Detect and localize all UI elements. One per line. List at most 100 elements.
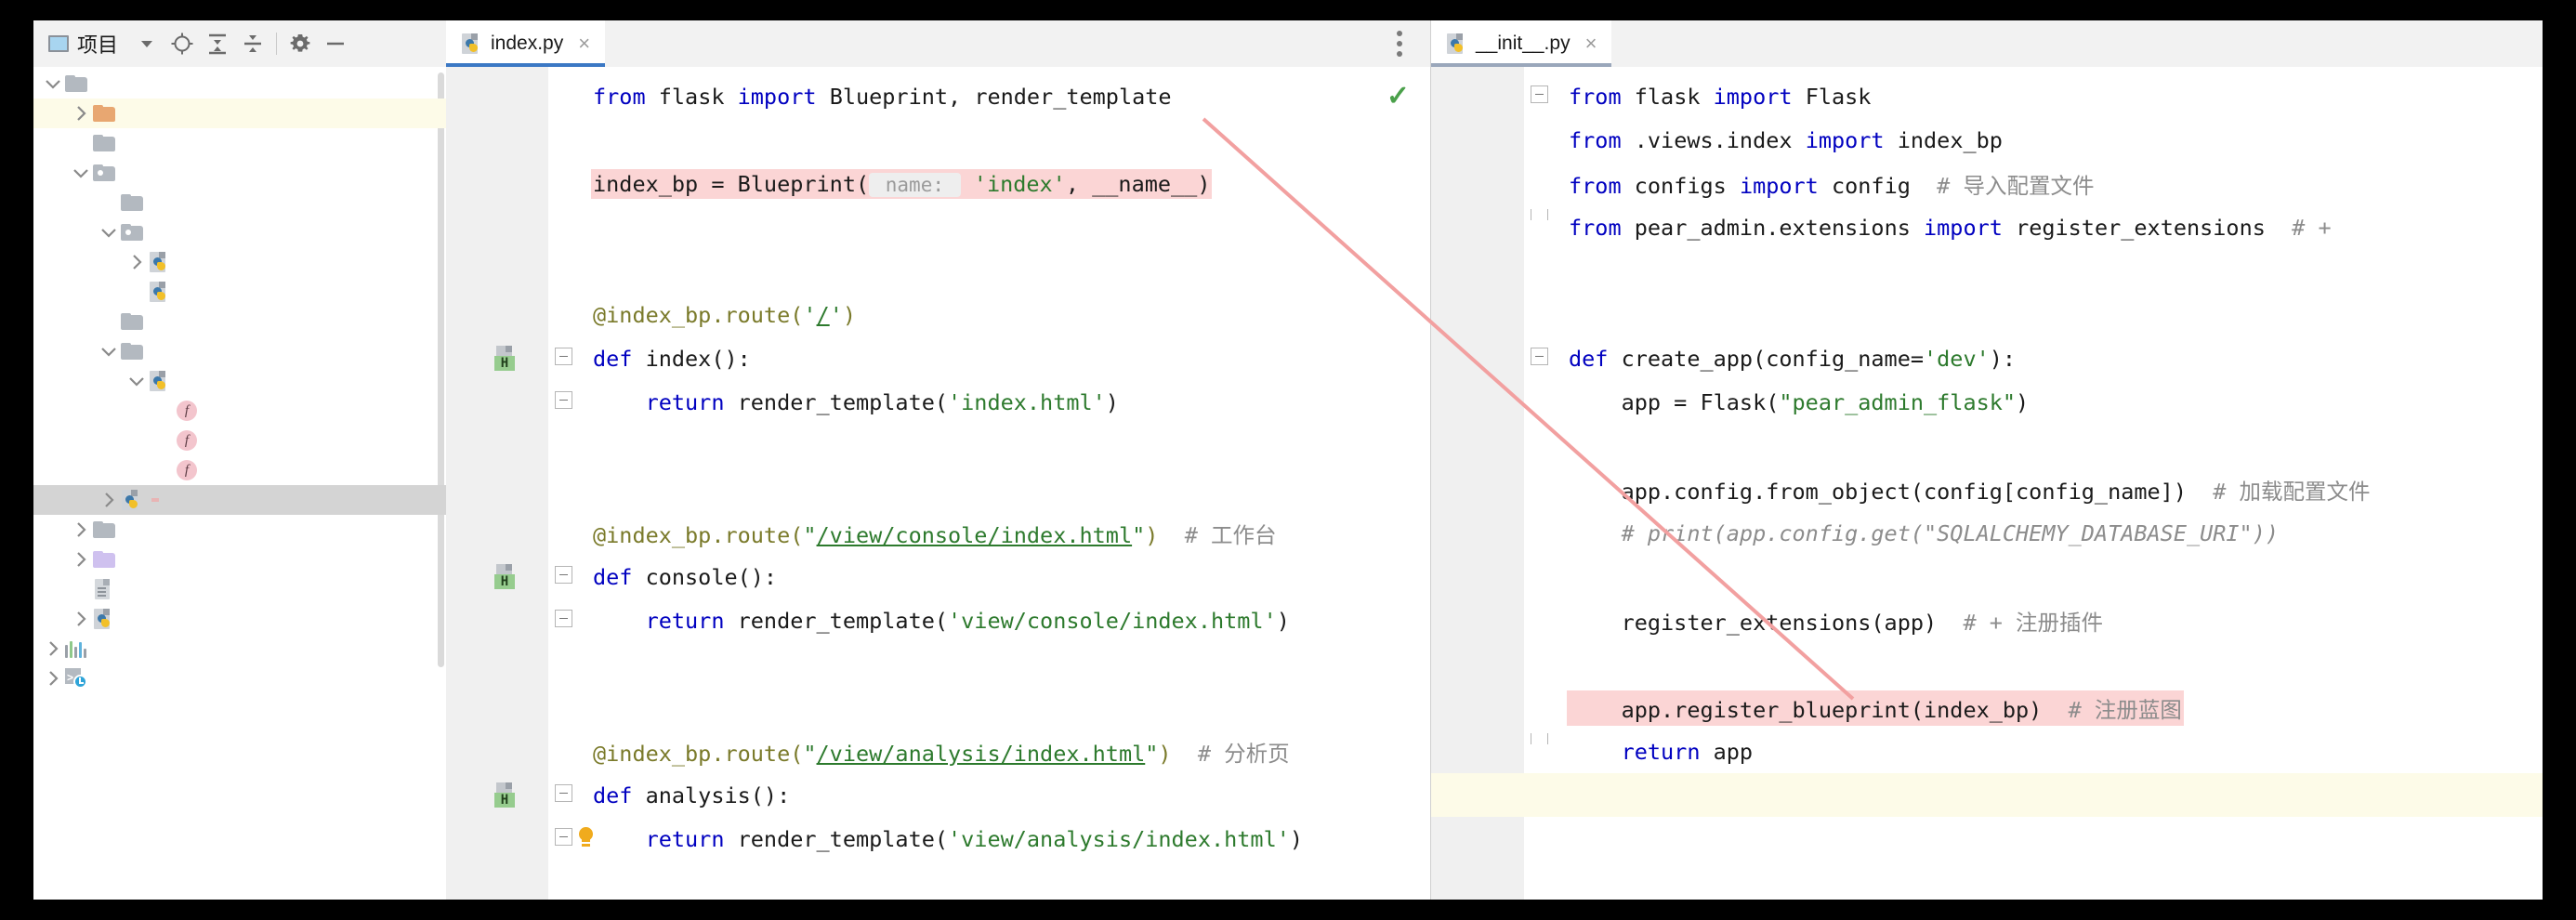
code-area-right[interactable]: from flask import Flaskfrom .views.index… [1431,67,2543,900]
tree-item[interactable] [33,574,446,604]
fold-cell[interactable] [548,249,580,293]
chevron-down-icon[interactable] [41,69,65,99]
chevron-right-icon[interactable] [69,545,93,574]
close-icon[interactable]: × [578,33,590,54]
fold-cell[interactable] [1524,555,1556,598]
code-line[interactable]: from flask import Flask [1556,74,2543,118]
tree-item[interactable] [33,277,446,307]
fold-cell[interactable] [548,380,580,424]
tree-item[interactable] [33,217,446,247]
code-line[interactable] [1556,293,2543,336]
code-line[interactable]: app.config.from_object(config[config_nam… [1556,467,2543,511]
code-line[interactable] [1556,773,2543,817]
line-number[interactable] [1431,74,1524,118]
line-number[interactable] [1431,511,1524,555]
fold-cell[interactable] [548,424,580,467]
tree-item[interactable] [33,99,446,128]
code-area-left[interactable]: HHH from flask import Blueprint, render_… [446,67,1430,900]
fold-cell[interactable] [1524,293,1556,336]
chevron-right-icon[interactable] [97,485,121,515]
code-line[interactable] [1556,555,2543,598]
collapse-all-icon[interactable] [235,26,270,61]
fold-cell[interactable] [1524,511,1556,555]
fold-cell[interactable] [1524,74,1556,118]
line-number[interactable] [1431,467,1524,511]
tree-item[interactable] [33,247,446,277]
line-number[interactable] [446,511,548,555]
fold-cell[interactable] [548,686,580,729]
code-line[interactable] [1556,249,2543,293]
fold-cell[interactable] [1524,249,1556,293]
fold-cell[interactable] [548,642,580,686]
chevron-down-icon[interactable] [129,26,164,61]
chevron-down-icon[interactable] [125,366,149,396]
code-line[interactable]: return render_template('view/analysis/in… [580,817,1430,861]
code-line[interactable] [580,249,1430,293]
fold-cell[interactable] [548,598,580,642]
fold-cell[interactable] [1524,642,1556,686]
html-template-marker-icon[interactable]: H [493,564,518,590]
line-number[interactable] [446,249,548,293]
tree-item[interactable] [33,336,446,366]
fold-cell[interactable] [1524,380,1556,424]
gear-icon[interactable] [283,26,318,61]
code-line[interactable]: return render_template('index.html') [580,380,1430,424]
fold-cell[interactable] [1524,773,1556,817]
code-line[interactable]: app.register_blueprint(index_bp) # 注册蓝图 [1556,686,2543,729]
fold-cell[interactable] [548,205,580,249]
line-number[interactable] [1431,380,1524,424]
line-number[interactable] [446,424,548,467]
tab-init-py[interactable]: __init__.py × [1431,20,1611,67]
code-line[interactable]: # print(app.config.get("SQLALCHEMY_DATAB… [1556,511,2543,555]
chevron-right-icon[interactable] [69,604,93,634]
fold-cell[interactable] [1524,162,1556,205]
fold-collapse-icon[interactable] [555,828,572,846]
tree-item[interactable] [33,188,446,217]
tree-item[interactable] [33,307,446,336]
code-line[interactable] [580,467,1430,511]
code-line[interactable]: def index(): [580,336,1430,380]
fold-cell[interactable] [548,293,580,336]
inspection-ok-icon[interactable]: ✓ [1387,80,1410,112]
code-line[interactable]: from flask import Blueprint, render_temp… [580,74,1430,118]
chevron-right-icon[interactable] [69,99,93,128]
fold-collapse-icon[interactable] [555,566,572,584]
chevron-down-icon[interactable] [97,217,121,247]
line-number[interactable] [446,729,548,773]
code-line[interactable]: app = Flask("pear_admin_flask") [1556,380,2543,424]
project-tree[interactable]: fff> [33,67,446,900]
fold-region-end-icon[interactable] [1531,209,1548,228]
line-number[interactable] [1431,336,1524,380]
code-line[interactable]: from pear_admin.extensions import regist… [1556,205,2543,249]
line-number[interactable] [1431,773,1524,817]
code-line[interactable]: @index_bp.route('/') [580,293,1430,336]
code-line[interactable] [580,205,1430,249]
line-number[interactable] [446,686,548,729]
line-number-gutter-right[interactable] [1431,67,1524,900]
fold-cell[interactable] [548,773,580,817]
code-line[interactable]: from .views.index import index_bp [1556,118,2543,162]
chevron-right-icon[interactable] [41,634,65,664]
tree-item[interactable] [33,545,446,574]
fold-cell[interactable] [548,336,580,380]
expand-all-icon[interactable] [200,26,235,61]
fold-cell[interactable] [548,162,580,205]
tree-item[interactable] [33,366,446,396]
code-line[interactable]: def create_app(config_name='dev'): [1556,336,2543,380]
chevron-right-icon[interactable] [125,247,149,277]
chevron-down-icon[interactable] [69,158,93,188]
code-line[interactable]: def console(): [580,555,1430,598]
line-number[interactable] [1431,162,1524,205]
code-line[interactable]: return app [1556,729,2543,773]
code-line[interactable] [580,118,1430,162]
code-line[interactable]: return render_template('view/console/ind… [580,598,1430,642]
tree-item[interactable]: f [33,396,446,426]
line-number[interactable] [446,380,548,424]
tree-item[interactable]: f [33,426,446,455]
line-number[interactable] [1431,686,1524,729]
more-options-icon[interactable] [1384,20,1415,67]
html-template-marker-icon[interactable]: H [493,782,518,808]
line-number[interactable] [1431,555,1524,598]
code-line[interactable]: def analysis(): [580,773,1430,817]
line-number[interactable] [1431,118,1524,162]
